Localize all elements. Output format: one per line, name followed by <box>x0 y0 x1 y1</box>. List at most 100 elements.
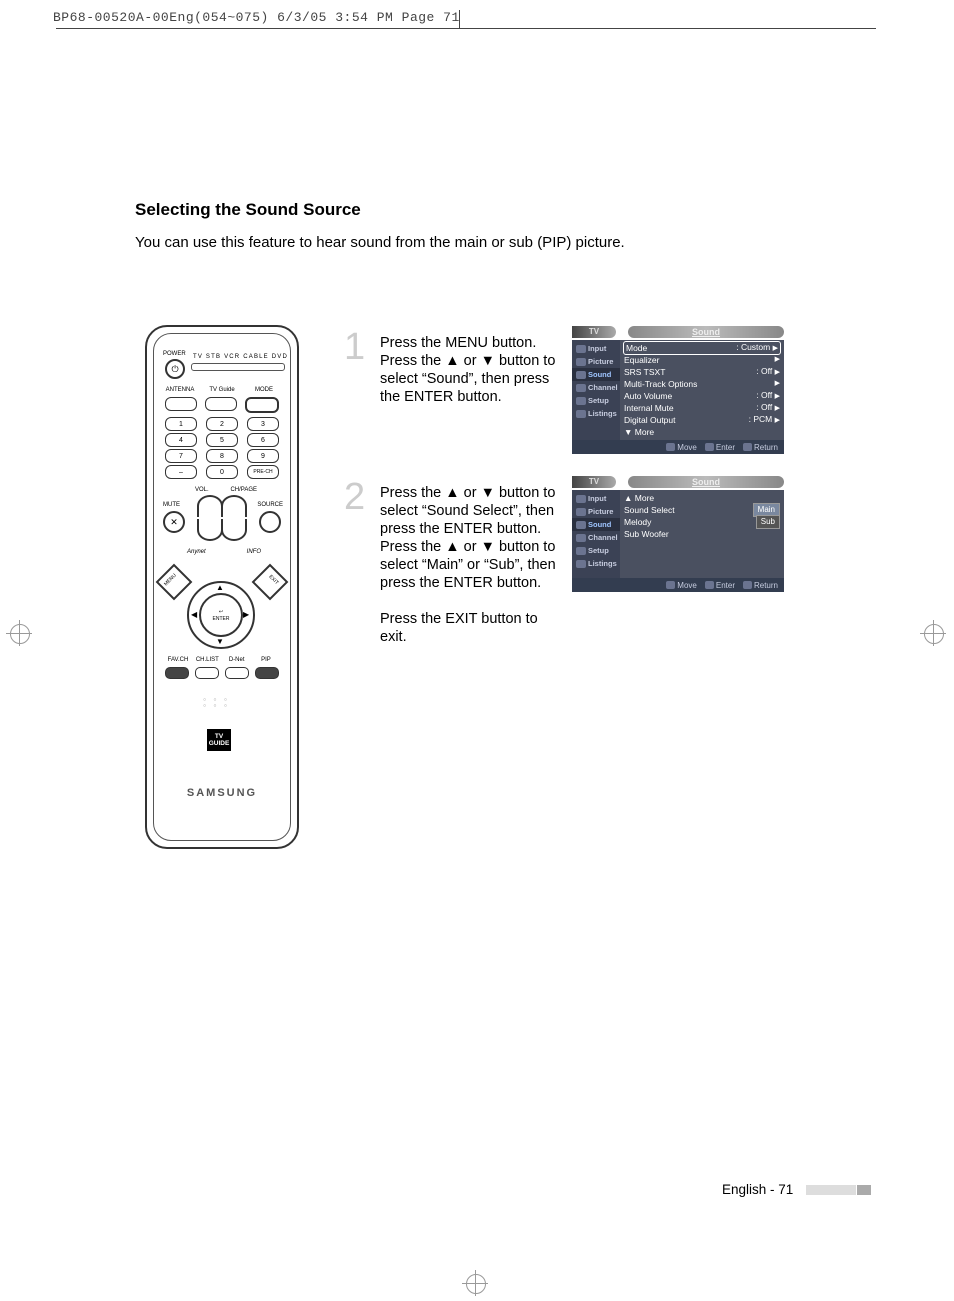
ch-label: CH/PAGE <box>230 487 257 493</box>
dnet-label: D-Net <box>224 657 250 663</box>
osd-row-more: ▼ More <box>624 426 780 438</box>
page-bar-light <box>806 1185 856 1195</box>
down-arrow-icon: ▼ <box>216 637 224 646</box>
power-label: POWER <box>163 351 186 357</box>
step-1: 1 Press the MENU button. Press the ▲ or … <box>346 334 566 406</box>
remote-illustration: POWER ⏻ TV STB VCR CABLE DVD ANTENNA TV … <box>145 325 299 849</box>
return-icon <box>743 581 752 589</box>
osd-side-setup: Setup <box>572 394 620 407</box>
section-title: Selecting the Sound Source <box>135 200 361 220</box>
chlist-label: CH.LIST <box>194 657 220 663</box>
power-button-icon: ⏻ <box>165 359 185 379</box>
enter-button: ↩ ENTER <box>199 593 243 637</box>
mode-labels: TV STB VCR CABLE DVD <box>193 354 288 360</box>
num-0: 0 <box>206 465 238 479</box>
osd-side-setup: Setup <box>572 544 620 557</box>
num-2: 2 <box>206 417 238 431</box>
print-header: BP68-00520A-00Eng(054~075) 6/3/05 3:54 P… <box>53 10 460 25</box>
tvguide-button <box>205 397 237 411</box>
channel-icon <box>576 384 586 392</box>
listings-icon <box>576 410 586 418</box>
move-icon <box>666 443 675 451</box>
mode-strip <box>191 363 285 371</box>
anynet-label: Anynet <box>187 549 206 555</box>
listings-icon <box>576 560 586 568</box>
chevron-right-icon: ▶ <box>775 405 780 412</box>
header-rule <box>56 28 876 29</box>
picture-icon <box>576 358 586 366</box>
osd-side-picture: Picture <box>572 355 620 368</box>
step-2-number: 2 <box>344 476 365 519</box>
osd-row-melody: MelodySub <box>624 516 780 528</box>
num-dash: – <box>165 465 197 479</box>
osd-footer: Move Enter Return <box>572 440 784 454</box>
osd-side-sound: Sound <box>572 368 620 381</box>
num-7: 7 <box>165 449 197 463</box>
channel-icon <box>576 534 586 542</box>
input-icon <box>576 495 586 503</box>
tvguide-logo: TV GUIDE <box>207 729 231 751</box>
step-2-text: Press the ▲ or ▼ button to select “Sound… <box>380 484 566 646</box>
osd-screenshot-2: TV Sound Input Picture Sound Channel Set… <box>572 476 784 592</box>
page-number: English - 71 <box>722 1182 793 1197</box>
input-icon <box>576 345 586 353</box>
mute-button-icon: ✕ <box>163 511 185 533</box>
mute-label: MUTE <box>163 502 180 508</box>
mode-button-label: MODE <box>249 387 279 393</box>
enter-label: ENTER <box>213 616 230 622</box>
chevron-right-icon: ▶ <box>773 345 778 352</box>
up-arrow-icon: ▲ <box>216 583 224 592</box>
num-5: 5 <box>206 433 238 447</box>
dnet-button <box>225 667 249 679</box>
step-1-number: 1 <box>344 326 365 369</box>
picture-icon <box>576 508 586 516</box>
osd-side-channel: Channel <box>572 531 620 544</box>
page-bar-dark <box>857 1185 871 1195</box>
osd-side-sound: Sound <box>572 518 620 531</box>
antenna-label: ANTENNA <box>165 387 195 393</box>
num-4: 4 <box>165 433 197 447</box>
osd-screenshot-1: TV Sound Input Picture Sound Channel Set… <box>572 326 784 454</box>
enter-icon <box>705 443 714 451</box>
right-arrow-icon: ▶ <box>243 610 249 619</box>
step-1-text: Press the MENU button. Press the ▲ or ▼ … <box>380 334 566 406</box>
osd-sidebar: Input Picture Sound Channel Setup Listin… <box>572 340 620 440</box>
tvguide-small-label: TV Guide <box>207 387 237 393</box>
left-arrow-icon: ◀ <box>191 610 197 619</box>
registration-mark-bottom <box>462 1270 488 1296</box>
osd-title: Sound <box>628 476 784 488</box>
chevron-right-icon: ▶ <box>775 417 780 424</box>
osd-row-srs: SRS TSXT: Off ▶ <box>624 366 780 378</box>
setup-icon <box>576 547 586 555</box>
step-2: 2 Press the ▲ or ▼ button to select “Sou… <box>346 484 566 646</box>
enter-icon <box>705 581 714 589</box>
chevron-right-icon: ▶ <box>775 393 780 400</box>
manual-page: BP68-00520A-00Eng(054~075) 6/3/05 3:54 P… <box>0 0 954 1301</box>
favch-label: FAV.CH <box>165 657 191 663</box>
osd-sidebar: Input Picture Sound Channel Setup Listin… <box>572 490 620 578</box>
num-1: 1 <box>165 417 197 431</box>
decor-dots: ○ ○ ○○ ○ ○ <box>203 697 230 709</box>
osd-side-listings: Listings <box>572 557 620 570</box>
num-6: 6 <box>247 433 279 447</box>
header-fold-mark <box>459 10 460 28</box>
osd-row-subwoofer: Sub Woofer <box>624 528 780 540</box>
osd-main-1: Mode: Custom ▶ Equalizer▶ SRS TSXT: Off … <box>620 340 784 440</box>
num-3: 3 <box>247 417 279 431</box>
osd-tv-label: TV <box>572 476 616 488</box>
osd-title: Sound <box>628 326 784 338</box>
setup-icon <box>576 397 586 405</box>
vol-up-button <box>197 495 223 517</box>
source-button <box>259 511 281 533</box>
section-intro: You can use this feature to hear sound f… <box>135 234 625 251</box>
num-8: 8 <box>206 449 238 463</box>
registration-mark-left <box>6 620 32 646</box>
move-icon <box>666 581 675 589</box>
pre-ch-button: PRE-CH <box>247 465 279 479</box>
pip-label: PIP <box>253 657 279 663</box>
registration-mark-right <box>920 620 946 646</box>
osd-row-mode: Mode: Custom ▶ <box>624 342 780 354</box>
osd-side-picture: Picture <box>572 505 620 518</box>
favch-button <box>165 667 189 679</box>
return-icon <box>743 443 752 451</box>
